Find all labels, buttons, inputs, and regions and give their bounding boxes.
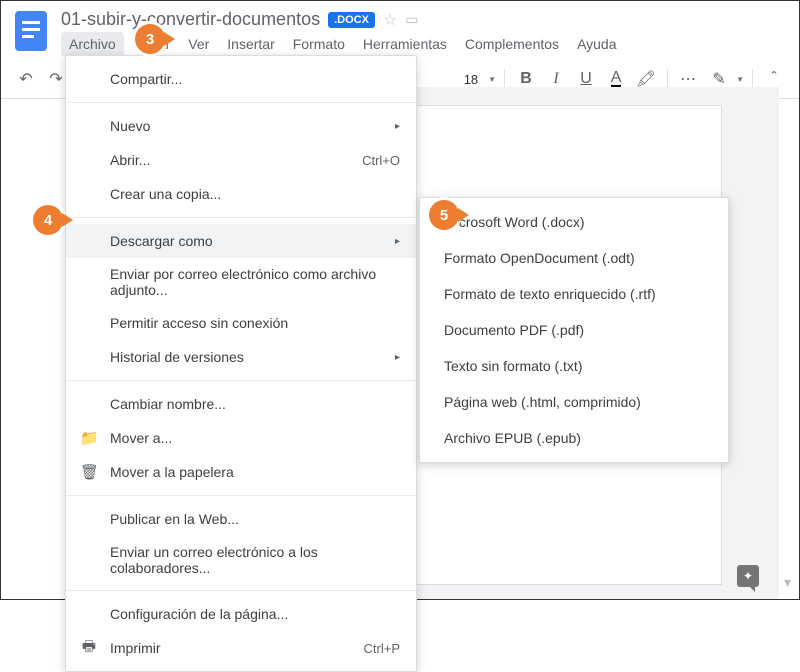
menu-label: Nuevo	[110, 118, 150, 134]
menu-label: Mover a la papelera	[110, 464, 234, 480]
menu-crear-copia[interactable]: Crear una copia...	[66, 177, 416, 211]
callout-3: 3	[135, 24, 165, 54]
menu-label: Cambiar nombre...	[110, 396, 226, 412]
docx-badge: .DOCX	[328, 12, 375, 28]
menu-sin-conexion[interactable]: Permitir acceso sin conexión	[66, 306, 416, 340]
menu-label: Historial de versiones	[110, 349, 244, 365]
menu-imprimir[interactable]: 🖶 Imprimir Ctrl+P	[66, 631, 416, 665]
menu-config-pagina[interactable]: Configuración de la página...	[66, 597, 416, 631]
menu-divider	[66, 217, 416, 218]
menu-mover[interactable]: 📁 Mover a...	[66, 421, 416, 455]
callout-4: 4	[33, 205, 63, 235]
menu-label: Descargar como	[110, 233, 213, 249]
menu-papelera[interactable]: 🗑 Mover a la papelera	[66, 455, 416, 489]
folder-move-icon[interactable]: ▭	[405, 11, 418, 28]
menu-label: Crear una copia...	[110, 186, 221, 202]
menu-complementos[interactable]: Complementos	[457, 32, 567, 56]
menu-insertar[interactable]: Insertar	[219, 32, 282, 56]
download-as-submenu: Microsoft Word (.docx) Formato OpenDocum…	[419, 197, 729, 463]
file-menu-dropdown: Compartir... Nuevo ▸ Abrir... Ctrl+O Crear…	[65, 55, 417, 672]
menu-compartir[interactable]: Compartir...	[66, 62, 416, 96]
menu-shortcut: Ctrl+O	[362, 153, 400, 168]
toolbar-separator	[667, 69, 668, 89]
menu-label: Configuración de la página...	[110, 606, 288, 622]
chevron-down-icon[interactable]: ▼	[488, 75, 496, 84]
menu-enviar-colaboradores[interactable]: Enviar un correo electrónico a los colab…	[66, 536, 416, 584]
toolbar-separator	[504, 69, 505, 89]
menu-herramientas[interactable]: Herramientas	[355, 32, 455, 56]
chevron-down-icon[interactable]: ▼	[736, 75, 744, 84]
scroll-down-icon[interactable]: ▾	[784, 574, 791, 591]
print-icon: 🖶	[80, 636, 98, 661]
download-pdf[interactable]: Documento PDF (.pdf)	[420, 312, 728, 348]
menu-archivo[interactable]: Archivo	[61, 32, 124, 56]
menu-divider	[66, 380, 416, 381]
menu-divider	[66, 495, 416, 496]
menu-label: Publicar en la Web...	[110, 511, 239, 527]
menu-shortcut: Ctrl+P	[364, 641, 400, 656]
menu-formato[interactable]: Formato	[285, 32, 353, 56]
menu-label: Enviar por correo electrónico como archi…	[110, 266, 400, 298]
toolbar-separator	[752, 69, 753, 89]
menu-divider	[66, 102, 416, 103]
document-title[interactable]: 01-subir-y-convertir-documentos	[61, 9, 320, 30]
menu-renombrar[interactable]: Cambiar nombre...	[66, 387, 416, 421]
submenu-arrow-icon: ▸	[395, 121, 400, 132]
menu-nuevo[interactable]: Nuevo ▸	[66, 109, 416, 143]
menu-label: Permitir acceso sin conexión	[110, 315, 288, 331]
menu-enviar-adjunto[interactable]: Enviar por correo electrónico como archi…	[66, 258, 416, 306]
menu-abrir[interactable]: Abrir... Ctrl+O	[66, 143, 416, 177]
submenu-arrow-icon: ▸	[395, 352, 400, 363]
docs-app-icon[interactable]	[13, 9, 49, 53]
menu-label: Compartir...	[110, 71, 182, 87]
title-row: 01-subir-y-convertir-documentos .DOCX ☆ …	[61, 9, 787, 30]
folder-icon: 📁	[80, 429, 98, 447]
submenu-arrow-icon: ▸	[395, 236, 400, 247]
menu-publicar-web[interactable]: Publicar en la Web...	[66, 502, 416, 536]
download-odt[interactable]: Formato OpenDocument (.odt)	[420, 240, 728, 276]
download-rtf[interactable]: Formato de texto enriquecido (.rtf)	[420, 276, 728, 312]
font-size-value[interactable]: 18	[458, 72, 484, 87]
undo-icon[interactable]: ↶	[13, 66, 39, 92]
menu-descargar-como[interactable]: Descargar como ▸	[66, 224, 416, 258]
menu-label: Abrir...	[110, 152, 150, 168]
menu-ver[interactable]: Ver	[180, 32, 217, 56]
menu-ayuda[interactable]: Ayuda	[569, 32, 624, 56]
menu-label: Imprimir	[110, 640, 161, 656]
trash-icon: 🗑	[80, 463, 98, 481]
explore-icon[interactable]: ✦	[737, 565, 759, 587]
menu-label: Mover a...	[110, 430, 172, 446]
header: 01-subir-y-convertir-documentos .DOCX ☆ …	[1, 1, 799, 56]
menu-historial-versiones[interactable]: Historial de versiones ▸	[66, 340, 416, 374]
menu-label: Enviar un correo electrónico a los colab…	[110, 544, 400, 576]
download-epub[interactable]: Archivo EPUB (.epub)	[420, 420, 728, 456]
download-txt[interactable]: Texto sin formato (.txt)	[420, 348, 728, 384]
download-html[interactable]: Página web (.html, comprimido)	[420, 384, 728, 420]
callout-5: 5	[429, 200, 459, 230]
menu-divider	[66, 590, 416, 591]
star-icon[interactable]: ☆	[383, 10, 397, 30]
